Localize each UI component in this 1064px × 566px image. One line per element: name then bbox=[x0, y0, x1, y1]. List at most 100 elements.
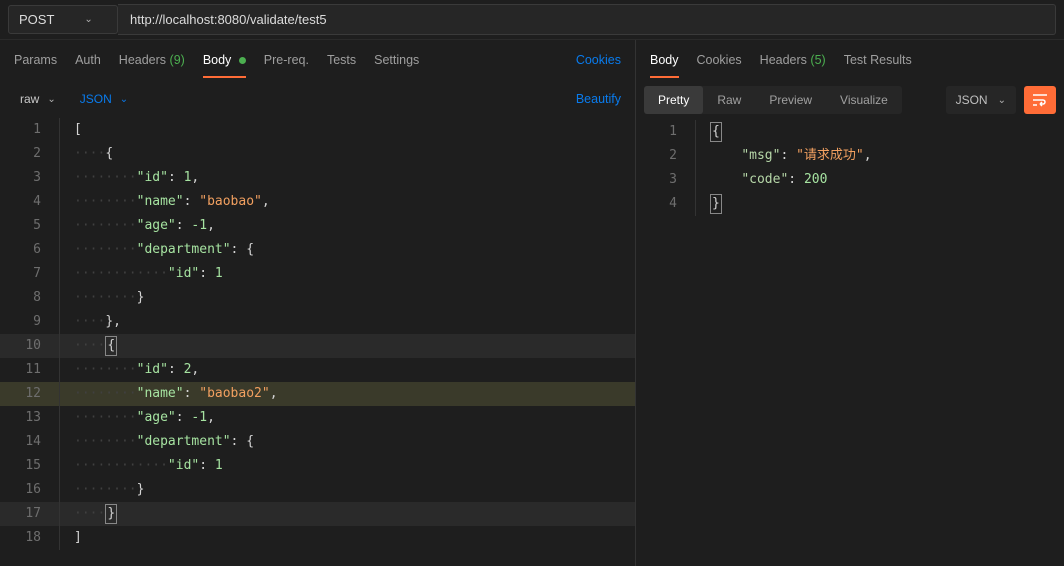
code-content: ] bbox=[60, 526, 82, 550]
chevron-down-icon: ⌄ bbox=[998, 95, 1006, 106]
code-line[interactable]: 15············"id": 1 bbox=[0, 454, 635, 478]
tab-resp-headers-label: Headers bbox=[760, 53, 807, 67]
wrap-lines-button[interactable] bbox=[1024, 86, 1056, 114]
code-content: } bbox=[696, 192, 722, 216]
request-body-subbar: raw ⌄ JSON ⌄ Beautify bbox=[0, 80, 635, 118]
code-content: ········"age": -1, bbox=[60, 214, 215, 238]
line-number: 15 bbox=[0, 454, 60, 478]
tab-body-label: Body bbox=[203, 53, 232, 67]
response-format-dropdown[interactable]: JSON ⌄ bbox=[946, 86, 1016, 114]
line-number: 2 bbox=[0, 142, 60, 166]
tab-tests[interactable]: Tests bbox=[327, 43, 356, 77]
line-number: 1 bbox=[636, 120, 696, 144]
request-url-bar: POST ⌄ bbox=[0, 0, 1064, 40]
code-content: ········"name": "baobao", bbox=[60, 190, 270, 214]
tab-body[interactable]: Body bbox=[203, 43, 246, 77]
line-number: 3 bbox=[636, 168, 696, 192]
code-line[interactable]: 14········"department": { bbox=[0, 430, 635, 454]
tab-headers[interactable]: Headers (9) bbox=[119, 43, 185, 77]
code-content: "msg": "请求成功", bbox=[696, 144, 872, 168]
line-number: 10 bbox=[0, 334, 60, 358]
code-content: { bbox=[696, 120, 722, 144]
code-line[interactable]: 3 "code": 200 bbox=[636, 168, 1064, 192]
tab-settings[interactable]: Settings bbox=[374, 43, 419, 77]
code-line[interactable]: 8········} bbox=[0, 286, 635, 310]
code-line[interactable]: 4········"name": "baobao", bbox=[0, 190, 635, 214]
code-content: ············"id": 1 bbox=[60, 454, 223, 478]
code-line[interactable]: 2 "msg": "请求成功", bbox=[636, 144, 1064, 168]
code-line[interactable]: 13········"age": -1, bbox=[0, 406, 635, 430]
code-line[interactable]: 11········"id": 2, bbox=[0, 358, 635, 382]
code-line[interactable]: 1{ bbox=[636, 120, 1064, 144]
headers-count: (9) bbox=[170, 53, 185, 67]
code-line[interactable]: 2····{ bbox=[0, 142, 635, 166]
body-format-dropdown[interactable]: JSON ⌄ bbox=[74, 88, 134, 110]
view-raw[interactable]: Raw bbox=[703, 86, 755, 114]
chevron-down-icon: ⌄ bbox=[84, 14, 92, 25]
code-line[interactable]: 4} bbox=[636, 192, 1064, 216]
unsaved-dot-icon bbox=[239, 57, 246, 64]
code-content: ········"department": { bbox=[60, 430, 254, 454]
code-line[interactable]: 18] bbox=[0, 526, 635, 550]
code-content: ····} bbox=[60, 502, 117, 526]
body-type-dropdown[interactable]: raw ⌄ bbox=[14, 88, 62, 110]
response-body-viewer[interactable]: 1{2 "msg": "请求成功",3 "code": 2004} bbox=[636, 120, 1064, 566]
code-content: [ bbox=[60, 118, 82, 142]
http-method-label: POST bbox=[19, 12, 54, 27]
view-pretty[interactable]: Pretty bbox=[644, 86, 703, 114]
line-number: 12 bbox=[0, 382, 60, 406]
line-number: 1 bbox=[0, 118, 60, 142]
request-tabs: Params Auth Headers (9) Body Pre-req. Te… bbox=[0, 40, 635, 80]
tab-resp-headers[interactable]: Headers (5) bbox=[760, 43, 826, 77]
code-content: ········} bbox=[60, 286, 144, 310]
line-number: 14 bbox=[0, 430, 60, 454]
code-line[interactable]: 16········} bbox=[0, 478, 635, 502]
code-line[interactable]: 12········"name": "baobao2", bbox=[0, 382, 635, 406]
tab-auth[interactable]: Auth bbox=[75, 43, 101, 77]
line-number: 6 bbox=[0, 238, 60, 262]
code-content: ········"id": 2, bbox=[60, 358, 199, 382]
code-content: ····{ bbox=[60, 334, 117, 358]
response-tabs: Body Cookies Headers (5) Test Results bbox=[636, 40, 1064, 80]
cookies-link[interactable]: Cookies bbox=[576, 53, 621, 67]
line-number: 16 bbox=[0, 478, 60, 502]
request-body-editor[interactable]: 1[2····{3········"id": 1,4········"name"… bbox=[0, 118, 635, 566]
line-number: 5 bbox=[0, 214, 60, 238]
code-line[interactable]: 5········"age": -1, bbox=[0, 214, 635, 238]
url-input[interactable] bbox=[118, 4, 1056, 35]
code-content: "code": 200 bbox=[696, 168, 827, 192]
tab-resp-body[interactable]: Body bbox=[650, 43, 679, 77]
response-view-segment: Pretty Raw Preview Visualize bbox=[644, 86, 902, 114]
line-number: 8 bbox=[0, 286, 60, 310]
code-line[interactable]: 6········"department": { bbox=[0, 238, 635, 262]
response-format-label: JSON bbox=[956, 93, 988, 107]
code-content: ········"age": -1, bbox=[60, 406, 215, 430]
code-line[interactable]: 9····}, bbox=[0, 310, 635, 334]
code-line[interactable]: 10····{ bbox=[0, 334, 635, 358]
code-line[interactable]: 1[ bbox=[0, 118, 635, 142]
code-content: ········"department": { bbox=[60, 238, 254, 262]
tab-params[interactable]: Params bbox=[14, 43, 57, 77]
code-line[interactable]: 17····} bbox=[0, 502, 635, 526]
code-content: ····}, bbox=[60, 310, 121, 334]
body-type-label: raw bbox=[20, 92, 39, 106]
line-number: 7 bbox=[0, 262, 60, 286]
view-visualize[interactable]: Visualize bbox=[826, 86, 902, 114]
view-preview[interactable]: Preview bbox=[755, 86, 826, 114]
code-line[interactable]: 3········"id": 1, bbox=[0, 166, 635, 190]
response-panel: Body Cookies Headers (5) Test Results Pr… bbox=[636, 40, 1064, 566]
request-panel: Params Auth Headers (9) Body Pre-req. Te… bbox=[0, 40, 636, 566]
http-method-dropdown[interactable]: POST ⌄ bbox=[8, 5, 118, 34]
tab-test-results[interactable]: Test Results bbox=[844, 43, 912, 77]
line-number: 2 bbox=[636, 144, 696, 168]
tab-headers-label: Headers bbox=[119, 53, 166, 67]
line-number: 11 bbox=[0, 358, 60, 382]
beautify-button[interactable]: Beautify bbox=[576, 92, 621, 106]
wrap-icon bbox=[1032, 93, 1048, 107]
code-content: ········"name": "baobao2", bbox=[60, 382, 278, 406]
tab-prereq[interactable]: Pre-req. bbox=[264, 43, 309, 77]
tab-resp-cookies[interactable]: Cookies bbox=[697, 43, 742, 77]
line-number: 9 bbox=[0, 310, 60, 334]
code-content: ····{ bbox=[60, 142, 113, 166]
code-line[interactable]: 7············"id": 1 bbox=[0, 262, 635, 286]
